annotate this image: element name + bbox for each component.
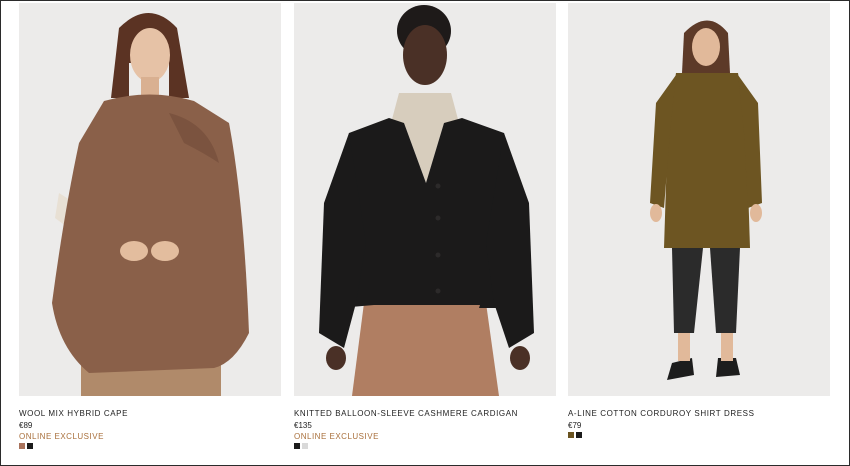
product-card[interactable]: KNITTED BALLOON-SLEEVE CASHMERE CARDIGAN…	[294, 3, 556, 449]
color-swatch-black[interactable]	[27, 443, 33, 449]
color-swatches	[568, 432, 830, 438]
model-photo-cape	[19, 3, 281, 396]
model-photo-cardigan	[294, 3, 556, 396]
product-image[interactable]	[294, 3, 556, 396]
product-card[interactable]: WOOL MIX HYBRID CAPE €89 ONLINE EXCLUSIV…	[19, 3, 281, 449]
color-swatch-light-grey[interactable]	[302, 443, 308, 449]
product-name[interactable]: A-LINE COTTON CORDUROY SHIRT DRESS	[568, 409, 830, 419]
online-exclusive-badge: ONLINE EXCLUSIVE	[294, 432, 379, 441]
product-name[interactable]: KNITTED BALLOON-SLEEVE CASHMERE CARDIGAN	[294, 409, 556, 419]
model-photo-shirt-dress	[568, 3, 830, 396]
product-card[interactable]: A-LINE COTTON CORDUROY SHIRT DRESS €79	[568, 3, 830, 438]
online-exclusive-badge: ONLINE EXCLUSIVE	[19, 432, 104, 441]
product-image[interactable]	[568, 3, 830, 396]
color-swatch-black[interactable]	[294, 443, 300, 449]
color-swatch-black[interactable]	[576, 432, 582, 438]
color-swatch-olive[interactable]	[568, 432, 574, 438]
product-price: €89	[19, 421, 33, 430]
color-swatches	[19, 443, 281, 449]
product-name[interactable]: WOOL MIX HYBRID CAPE	[19, 409, 281, 419]
product-price: €135	[294, 421, 312, 430]
color-swatches	[294, 443, 556, 449]
product-price: €79	[568, 421, 582, 430]
product-image[interactable]	[19, 3, 281, 396]
color-swatch-brown[interactable]	[19, 443, 25, 449]
